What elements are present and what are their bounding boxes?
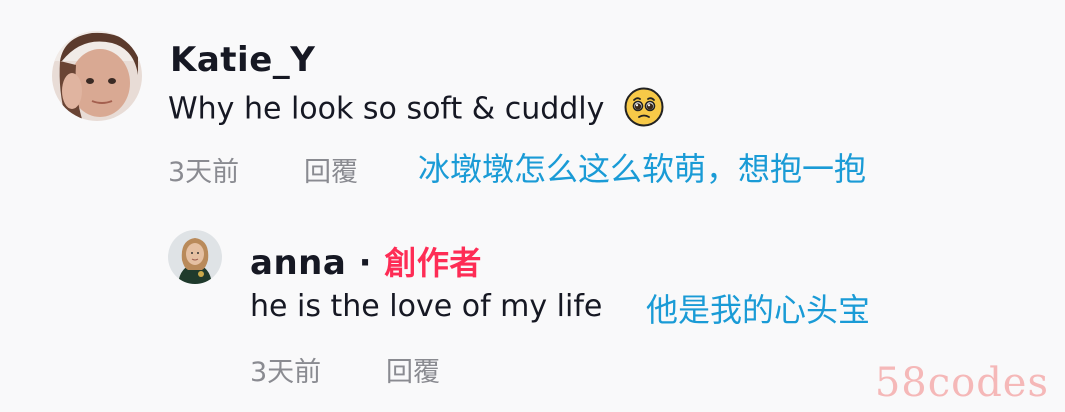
username[interactable]: Katie_Y [170, 40, 315, 80]
comment-item: Katie_Y Why he look so soft & cuddly 3天前… [0, 0, 1065, 200]
avatar-image [52, 31, 142, 121]
translation-annotation: 他是我的心头宝 [646, 291, 871, 329]
comment-text: he is the love of my life [250, 289, 603, 324]
avatar[interactable] [168, 230, 222, 284]
creator-badge: 創作者 [384, 244, 482, 282]
reply-button[interactable]: 回覆 [304, 150, 358, 189]
reply-button[interactable]: 回覆 [386, 350, 440, 389]
comment-text: Why he look so soft & cuddly [168, 87, 664, 130]
username-row: anna · 創作者 [250, 238, 482, 284]
avatar-image [168, 230, 222, 284]
translation-annotation: 冰墩墩怎么这么软萌，想抱一抱 [418, 150, 867, 188]
comment-time: 3天前 [250, 357, 322, 388]
pleading-face-icon [624, 87, 664, 127]
avatar[interactable] [52, 31, 142, 121]
username[interactable]: anna [250, 243, 346, 283]
comment-text-content: Why he look so soft & cuddly [168, 91, 605, 127]
separator-dot: · [358, 243, 373, 283]
comment-time: 3天前 [168, 157, 240, 188]
watermark: 58codes [874, 360, 1049, 406]
